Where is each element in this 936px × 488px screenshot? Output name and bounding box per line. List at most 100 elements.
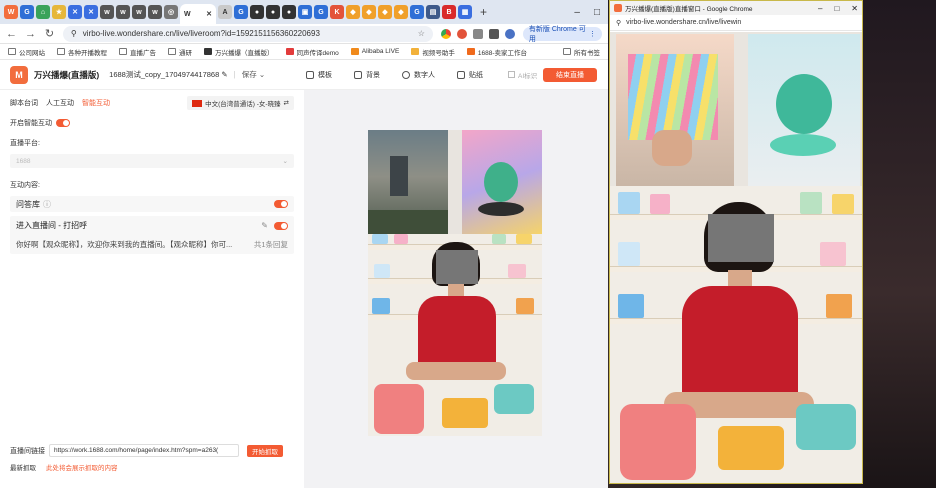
bookmark-item[interactable]: 公司网站 [8,47,45,57]
platform-label-row: 直播平台: [0,138,304,148]
minimize-icon[interactable]: – [574,7,580,18]
tab-active-label: W [184,10,191,18]
tab-favicon[interactable]: ⌂ [36,5,50,19]
background-tool[interactable]: 背景 [354,70,380,80]
platform-select[interactable]: 1688 ⌄ [10,154,294,168]
tab-favicon[interactable]: ◆ [378,5,392,19]
tab-favicon[interactable]: A [218,5,232,19]
virbo-icon [204,48,212,55]
chrome-update-button[interactable]: 有新版 Chrome 可用 ⋮ [522,26,602,43]
save-button[interactable]: 保存 ⌄ [242,69,265,80]
tab-favicon[interactable]: ▣ [298,5,312,19]
template-tool[interactable]: 模板 [306,70,332,80]
tab-favicon[interactable]: ◆ [362,5,376,19]
bookmark-item[interactable]: 万兴播爆（直播版） [204,47,274,57]
ai-label-checkbox[interactable]: AI标识 [508,70,537,80]
sticker-video-street[interactable] [368,130,448,234]
puzzle-icon[interactable] [472,28,483,39]
live-link-input[interactable] [49,444,239,457]
tab-active[interactable]: W ✕ [180,4,216,24]
tab-favicon[interactable]: ◆ [394,5,408,19]
tab-favicon[interactable]: ● [266,5,280,19]
tab-favicon[interactable]: ✕ [68,5,82,19]
extension-icon[interactable] [440,28,451,39]
avatar-tool[interactable]: 数字人 [402,70,435,80]
tab-favicon[interactable]: G [20,5,34,19]
tab-script[interactable]: 脚本台词 [10,98,38,108]
room-name[interactable]: 1688测试_copy_1704974417868 ✎ [109,69,228,80]
popup-live-window: 万兴播爆(直播版)直播窗口 - Google Chrome – □ ✕ ⚲ vi… [609,0,863,484]
edit-icon[interactable]: ✎ [261,221,268,230]
welcome-card[interactable]: 进入直播间 - 打招呼 ✎ 你好啊【观众昵称】，欢迎你来到我的直播间。【观众昵称… [10,216,294,254]
bookmark-item[interactable]: 通研 [168,47,192,57]
tab-favicon[interactable]: ● [250,5,264,19]
product-box [394,234,408,244]
maximize-icon[interactable]: □ [594,7,600,18]
site-info-icon[interactable]: ⚲ [71,29,77,38]
bookmark-item[interactable]: 同声传译demo [285,47,339,57]
tab-smart[interactable]: 智能互动 [82,98,110,108]
sticker-tool[interactable]: 贴纸 [457,70,483,80]
bookmark-item[interactable]: 各种开播教程 [57,47,107,57]
tab-favicon[interactable]: w [132,5,146,19]
new-tab-button[interactable]: + [480,5,487,19]
minimize-icon[interactable]: – [818,4,822,13]
bookmark-star-icon[interactable]: ☆ [418,29,425,38]
back-icon[interactable]: ← [6,28,17,40]
bookmarks-bar: 公司网站 各种开播教程 直播广告 通研 万兴播爆（直播版） 同声传译demo A… [0,44,608,60]
reload-icon[interactable]: ↻ [44,27,55,40]
tab-favicon[interactable]: ✕ [84,5,98,19]
tab-favicon[interactable]: W [4,5,18,19]
tab-favicon[interactable]: w [148,5,162,19]
smart-interaction-toggle[interactable] [56,119,70,127]
sticker-video-toy[interactable] [462,130,542,234]
popup-url[interactable]: virbo-live.wondershare.cn/live/livewin [626,19,741,26]
tab-favicon[interactable]: ★ [52,5,66,19]
tab-favicon[interactable]: ● [282,5,296,19]
bookmark-item[interactable]: Alibaba LIVE [350,48,399,55]
popup-titlebar: 万兴播爆(直播版)直播窗口 - Google Chrome – □ ✕ [610,1,862,15]
close-icon[interactable]: ✕ [206,10,212,18]
person-icon [402,70,410,79]
tab-favicon[interactable]: ▦ [458,5,472,19]
tab-favicon[interactable]: ◆ [346,5,360,19]
forward-icon[interactable]: → [25,28,36,40]
tab-manual[interactable]: 人工互动 [46,98,74,108]
tab-favicon[interactable]: G [314,5,328,19]
tab-favicon[interactable]: G [410,5,424,19]
tab-favicon[interactable]: G [234,5,248,19]
url-text: virbo-live.wondershare.cn/live/liveroom?… [82,29,320,38]
close-icon[interactable]: ✕ [851,4,858,13]
tab-favicon[interactable]: B [442,5,456,19]
product-box [832,194,854,214]
live-preview-canvas[interactable] [368,130,542,436]
start-fetch-button[interactable]: 开始抓取 [247,444,283,457]
tab-favicon[interactable]: ▤ [426,5,440,19]
bookmark-item[interactable]: 1688-卖家工作台 [466,47,527,57]
all-bookmarks[interactable]: 所有书签 [563,47,600,57]
edit-icon[interactable]: ✎ [221,70,227,79]
tab-favicon[interactable]: ◎ [164,5,178,19]
bookmark-item[interactable]: 视频号助手 [411,47,455,57]
qa-toggle[interactable] [274,200,288,208]
welcome-toggle[interactable] [274,221,288,230]
channels-icon [411,48,420,55]
folder-icon [119,48,127,55]
profile-avatar[interactable] [504,28,515,39]
site-info-icon[interactable]: ⚲ [616,19,621,27]
maximize-icon[interactable]: □ [834,4,839,13]
extension-icon[interactable] [456,28,467,39]
tab-favicon[interactable]: K [330,5,344,19]
tab-favicon[interactable]: w [100,5,114,19]
url-field[interactable]: ⚲ virbo-live.wondershare.cn/live/liveroo… [62,25,433,42]
tab-favicon[interactable]: w [116,5,130,19]
voice-select[interactable]: 中文(台湾普通话) -女-晓臻 ⇄ [187,96,294,110]
info-icon[interactable]: ⓘ [43,199,51,210]
bookmark-item[interactable]: 直播广告 [119,47,156,57]
more-menu-icon[interactable]: ⋮ [589,30,596,38]
tool-label: 背景 [366,71,380,79]
end-live-button[interactable]: 结束直播 [543,67,597,82]
ai-label-text: AI标识 [518,72,538,80]
qa-label: 问答库 [16,199,40,209]
sidepanel-icon[interactable] [488,28,499,39]
